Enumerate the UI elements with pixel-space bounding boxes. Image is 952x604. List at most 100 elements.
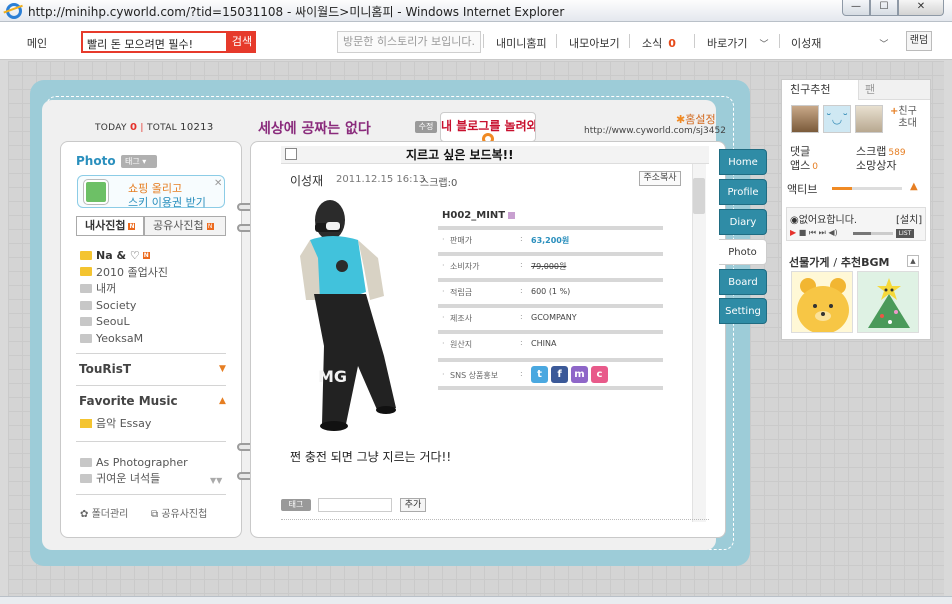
tab-photo[interactable]: Photo [719,239,767,265]
invite-friend-button[interactable]: +친구초대 [890,106,920,130]
folder-item[interactable]: As Photographer [80,454,188,471]
folder-item[interactable]: 귀여운 녀석들 [80,470,160,487]
folder-manage-link[interactable]: ✿ 폴더관리 [80,505,128,520]
search-input-value: 빨리 돈 모으려면 필수! [87,38,193,51]
gift-shop-label[interactable]: 선물가게 [789,256,829,269]
nav-collection[interactable]: 내모아보기 [569,35,620,51]
new-badge-icon: N [128,222,136,230]
volume-fill [853,232,871,235]
tab-board[interactable]: Board [719,269,767,295]
edit-title-button[interactable]: 수정 [415,121,437,133]
apps-stat-label: 앱스 [790,159,811,172]
close-icon[interactable]: ✕ [214,178,222,189]
add-tag-button[interactable]: 추가 [400,498,426,512]
history-dropdown[interactable]: 방문한 히스토리가 보입니다. [337,31,481,53]
minimize-button[interactable]: — [842,0,870,16]
tab-setting[interactable]: Setting [719,298,767,324]
play-icon[interactable]: ▶ [790,228,796,237]
random-button[interactable]: 랜덤 [906,31,932,51]
folder-label: 내꺼 [96,282,117,296]
next-icon[interactable]: ⏭ [819,228,826,237]
search-button[interactable]: 검색 [228,31,256,53]
folder-item[interactable]: YeoksaM [80,330,230,347]
wishbox-stat[interactable]: 소망상자 [856,157,896,173]
folder-item[interactable]: 내꺼 [80,280,230,297]
shopping-promo-banner[interactable]: 쇼핑 올리고 스키 이용권 받기 ✕ [77,175,225,209]
music-folder-item[interactable]: 음악 Essay [80,415,151,431]
music-section-toggle[interactable]: Favorite Music [79,394,178,408]
friend-avatar[interactable] [791,105,819,133]
gift-item-tree[interactable] [857,271,919,333]
spec-label: 원산지 [442,339,472,350]
bgm-label[interactable]: 추천BGM [841,256,890,269]
nav-my-minihome[interactable]: 내미니홈피 [496,35,547,51]
apps-stat[interactable]: 앱스 0 [790,157,818,173]
folder-label: Na & ♡ [96,248,140,262]
folder-item[interactable]: Na & ♡ N [80,247,230,264]
minihome-url[interactable]: http://www.cyworld.com/sj3452 [584,126,726,136]
nav-user-dropdown[interactable]: 이성재 ﹀ [791,35,888,51]
maximize-button[interactable]: ☐ [870,0,898,16]
post-author[interactable]: 이성재 [290,172,323,189]
shared-album-link[interactable]: ⧉ 공유사진첩 [151,505,207,520]
tab-fan[interactable]: 팬 [858,80,930,100]
tag-dropdown-label: 태그 [125,157,140,166]
search-input[interactable]: 빨리 돈 모으려면 필수! [81,31,228,53]
stop-icon[interactable]: ■ [799,228,807,237]
playlist-button[interactable]: LIST [896,229,914,238]
arrow-up-icon: ▲ [910,181,918,192]
folder-icon [80,473,92,483]
folder-manage-label: 폴더관리 [91,509,129,520]
facebook-icon[interactable]: f [551,366,568,383]
nav-main-link[interactable]: 메인 [14,35,60,51]
nav-news[interactable]: 소식 0 [642,35,676,51]
post-scrollbar[interactable] [692,164,706,522]
folder-item[interactable]: Society [80,297,230,314]
product-name-label: H002_MINT [442,210,506,221]
player-install-link[interactable]: [설치] [896,211,922,226]
home-setting-link[interactable]: ✱홈설정 [676,111,716,127]
today-count: 0 [129,122,138,133]
product-name: H002_MINT [442,210,516,221]
twitter-icon[interactable]: t [531,366,548,383]
scrollbar-thumb[interactable] [693,178,705,214]
tab-friend-recommend[interactable]: 친구추천 [782,80,858,100]
me2day-icon[interactable]: m [571,366,588,383]
total-count: 10213 [180,122,214,133]
scrap-count: 스크랩:0 [420,178,458,189]
nav-shortcut-dropdown[interactable]: 바로가기 ﹀ [707,35,769,51]
invite-label: 친구초대 [898,106,917,129]
tourist-section-toggle[interactable]: TouRisT [79,362,131,376]
tab-diary[interactable]: Diary [719,209,767,235]
collapse-icon[interactable]: ▲ [907,255,919,267]
chevron-down-icon: ﹀ [759,40,769,50]
window-titlebar: http://minihp.cyworld.com/?tid=15031108 … [0,0,952,22]
tab-home[interactable]: Home [719,149,767,175]
more-down-icon[interactable]: ▼▼ [210,476,222,485]
friend-avatar[interactable] [855,105,883,133]
tab-profile[interactable]: Profile [719,179,767,205]
friend-avatar[interactable]: ˘◡˘ [823,105,851,133]
tab-shared-album[interactable]: 공유사진첩 N [144,216,226,236]
spec-value: 79,000원 [531,262,567,271]
spec-row: 적립금 : 600 (1 %) [438,278,663,298]
folder-item[interactable]: SeouL [80,313,230,330]
volume-icon[interactable]: ◀) [828,228,837,237]
tag-input[interactable] [318,498,392,512]
folder-icon [80,457,92,467]
post-select-checkbox[interactable] [285,148,297,160]
folder-item[interactable]: 2010 졸업사진 [80,264,230,281]
folder-label: Society [96,298,137,312]
close-window-button[interactable]: ✕ [898,0,944,16]
copy-url-button[interactable]: 주소복사 [639,171,681,186]
spec-label: 제조사 [442,313,472,324]
gift-item-pooh[interactable] [791,271,853,333]
spec-row: 원산지 : CHINA [438,330,663,350]
divider [76,494,226,495]
tag-dropdown[interactable]: 태그 ▾ [121,155,157,168]
tab-my-album[interactable]: 내사진첩 N [76,216,144,236]
music-folder-label: 음악 Essay [96,417,152,430]
cyworld-icon[interactable]: c [591,366,608,383]
spec-row: 판매가 : 63,200원 [438,226,663,246]
prev-icon[interactable]: ⏮ [809,228,816,237]
